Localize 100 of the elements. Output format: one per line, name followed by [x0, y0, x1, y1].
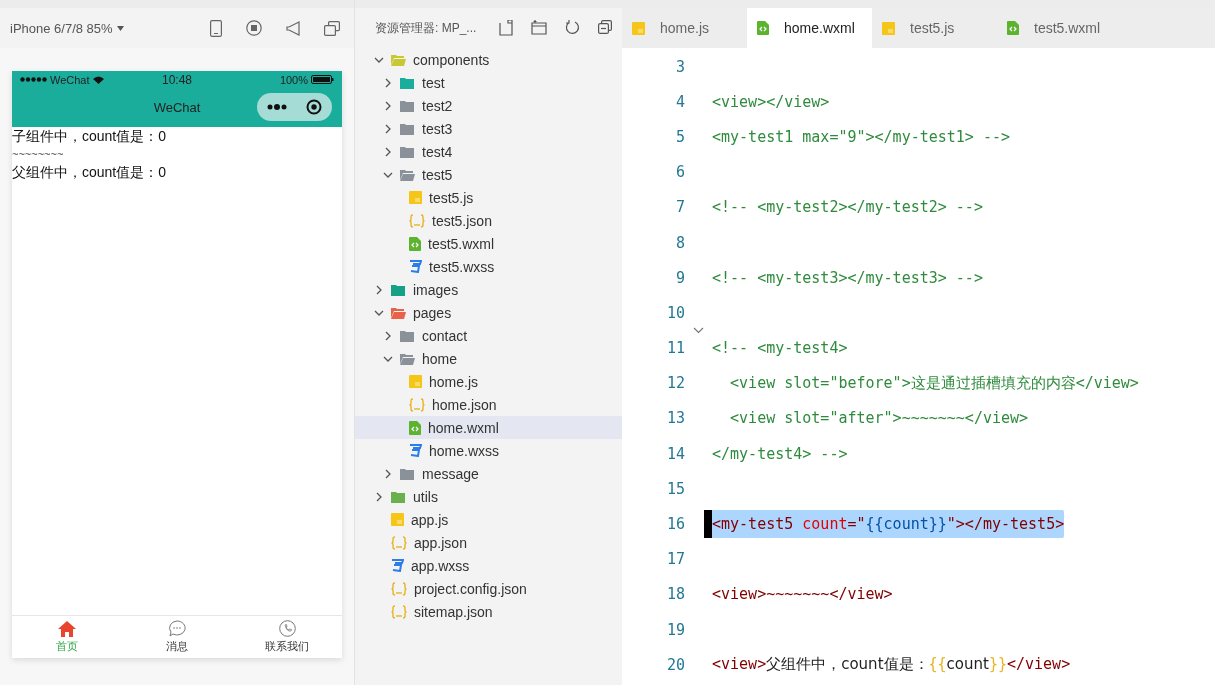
braces-file-icon — [409, 213, 425, 228]
file-item[interactable]: test5.wxss — [355, 255, 622, 278]
js-file-icon — [632, 21, 645, 35]
code-line: <view slot="before">这是通过插槽填充的内容</view> — [729, 372, 1139, 394]
line-number: 11 — [665, 339, 685, 358]
explorer-title: 资源管理器: MP_... — [375, 19, 477, 37]
file-item[interactable]: home.js — [355, 370, 622, 393]
code-file-icon — [409, 420, 421, 435]
file-item[interactable]: app.json — [355, 531, 622, 554]
css-file-icon — [409, 444, 422, 457]
folder-icon — [391, 490, 406, 503]
folder-icon — [400, 145, 415, 158]
folder-icon — [400, 122, 415, 135]
folder-item[interactable]: test5 — [355, 163, 622, 186]
js-file-icon — [409, 375, 422, 388]
folder-item[interactable]: test4 — [355, 140, 622, 163]
code-line: <!-- <my-test3></my-test3> --> — [712, 267, 983, 289]
braces-file-icon — [391, 581, 407, 596]
folder-item[interactable]: test — [355, 71, 622, 94]
braces-file-icon — [391, 604, 407, 619]
file-item[interactable]: sitemap.json — [355, 600, 622, 623]
close-icon[interactable] — [306, 99, 323, 115]
file-item[interactable]: test5.wxml — [355, 232, 622, 255]
file-item[interactable]: home.wxml — [355, 416, 622, 439]
device-dropdown[interactable]: iPhone 6/7/8 85% — [10, 20, 124, 36]
capsule-menu[interactable] — [257, 93, 332, 121]
folder-item[interactable]: utils — [355, 485, 622, 508]
file-item[interactable]: test5.json — [355, 209, 622, 232]
js-file-icon — [882, 21, 895, 35]
folder-item[interactable]: test3 — [355, 117, 622, 140]
line-number: 9 — [674, 268, 685, 287]
code-file-icon — [409, 236, 421, 251]
line-number: 6 — [674, 163, 685, 182]
line-number: 8 — [674, 233, 685, 252]
css-file-icon — [391, 559, 404, 572]
line-number: 7 — [674, 198, 685, 217]
code-line: <view>~~~~~~~</view> — [712, 584, 893, 606]
line-number: 5 — [674, 127, 685, 146]
wifi-icon — [92, 75, 104, 84]
code-line: <view slot="after">~~~~~~~</view> — [729, 408, 1029, 430]
windows-icon[interactable] — [324, 20, 340, 36]
file-item[interactable]: app.wxss — [355, 554, 622, 577]
folder-icon — [400, 99, 415, 112]
code-line: </my-test4> --> — [712, 443, 848, 465]
chat-icon — [168, 620, 186, 637]
braces-file-icon — [391, 535, 407, 550]
page-title: WeChat — [153, 100, 201, 115]
line-number: 19 — [665, 620, 685, 639]
battery-icon — [311, 75, 334, 84]
editor-tab[interactable]: home.wxml — [747, 8, 872, 48]
line-number: 12 — [665, 374, 685, 393]
line-number: 20 — [665, 655, 685, 674]
folder-item[interactable]: message — [355, 462, 622, 485]
line-number: 13 — [665, 409, 685, 428]
folder-item[interactable]: test2 — [355, 94, 622, 117]
folder-item[interactable]: components — [355, 48, 622, 71]
file-item[interactable]: test5.js — [355, 186, 622, 209]
tab-bar-item[interactable]: 联系我们 — [232, 616, 342, 658]
refresh-icon[interactable] — [565, 20, 580, 35]
collapse-icon[interactable] — [598, 20, 612, 34]
caret-icon — [116, 25, 124, 31]
line-number: 17 — [665, 550, 685, 569]
clock-time: 10:48 — [161, 72, 193, 87]
record-icon[interactable] — [246, 20, 262, 36]
css-file-icon — [409, 260, 422, 273]
line-number: 4 — [674, 92, 685, 111]
file-item[interactable]: home.json — [355, 393, 622, 416]
carrier-name: WeChat — [50, 73, 90, 86]
text-line: 子组件中，count值是：0 — [12, 127, 168, 145]
line-number: 15 — [665, 479, 685, 498]
braces-file-icon — [409, 397, 425, 412]
phone-icon[interactable] — [210, 19, 222, 37]
folder-icon — [391, 306, 406, 319]
folder-icon — [400, 329, 415, 342]
folder-icon — [391, 53, 406, 66]
speaker-icon[interactable] — [286, 20, 300, 36]
js-file-icon — [391, 513, 404, 526]
code-line: <view>父组件中，count值是：{{count}}</view> — [712, 654, 1071, 676]
folder-item[interactable]: images — [355, 278, 622, 301]
code-line: <view></view> — [712, 91, 830, 113]
phone-icon — [278, 620, 296, 637]
tab-bar-item[interactable]: 消息 — [122, 616, 232, 658]
fold-icon[interactable] — [693, 326, 704, 334]
new-folder-icon[interactable] — [531, 20, 547, 35]
folder-item[interactable]: pages — [355, 301, 622, 324]
text-line: 父组件中，count值是：0 — [12, 163, 168, 181]
more-icon[interactable] — [266, 104, 287, 110]
line-number: 16 — [665, 515, 685, 534]
file-item[interactable]: app.js — [355, 508, 622, 531]
home-icon — [58, 620, 76, 637]
new-file-icon[interactable] — [499, 20, 513, 36]
folder-icon — [400, 467, 415, 480]
line-number: 18 — [665, 585, 685, 604]
code-file-icon — [757, 21, 769, 35]
folder-item[interactable]: home — [355, 347, 622, 370]
folder-item[interactable]: contact — [355, 324, 622, 347]
file-item[interactable]: project.config.json — [355, 577, 622, 600]
battery-percent: 100% — [279, 73, 308, 86]
code-file-icon — [1007, 21, 1019, 35]
file-item[interactable]: home.wxss — [355, 439, 622, 462]
